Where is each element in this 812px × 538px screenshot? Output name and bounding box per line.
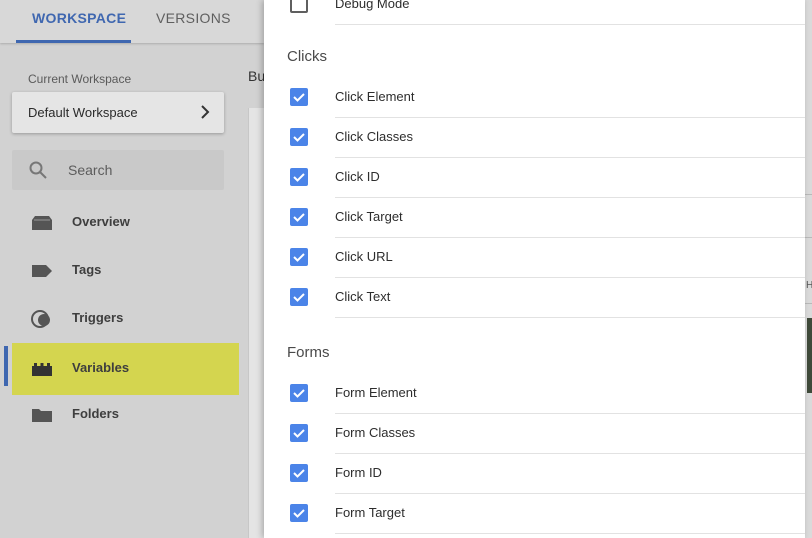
variable-label: Form Element	[335, 385, 417, 400]
overview-icon	[32, 216, 52, 230]
list-item[interactable]: Click Target	[264, 198, 805, 238]
variable-label: Click URL	[335, 249, 393, 264]
folder-icon	[32, 409, 52, 422]
checkbox-checked[interactable]	[290, 424, 308, 442]
checkbox-checked[interactable]	[290, 168, 308, 186]
list-item[interactable]: Click Text	[264, 278, 805, 318]
list-item[interactable]: Click Element	[264, 78, 805, 118]
checkbox-checked[interactable]	[290, 384, 308, 402]
sidebar-item-triggers[interactable]: Triggers	[12, 293, 239, 345]
list-item[interactable]: Form Classes	[264, 414, 805, 454]
sidebar-item-folders[interactable]: Folders	[12, 389, 239, 441]
search-placeholder: Search	[68, 162, 113, 178]
divider	[805, 194, 812, 195]
divider	[335, 24, 805, 25]
current-workspace-label: Current Workspace	[28, 72, 132, 86]
variable-label: Form ID	[335, 465, 382, 480]
chevron-right-icon	[201, 105, 210, 119]
checkbox-checked[interactable]	[290, 248, 308, 266]
section-title-clicks: Clicks	[287, 48, 327, 65]
checkbox-checked[interactable]	[290, 464, 308, 482]
list-item[interactable]: Form Target	[264, 494, 805, 534]
sidebar-item-label: Folders	[72, 406, 119, 421]
workspace-name: Default Workspace	[28, 105, 138, 120]
variable-label: Click Element	[335, 89, 415, 104]
sidebar-item-label: Triggers	[72, 310, 124, 325]
workspace-selector[interactable]: Default Workspace	[12, 92, 224, 133]
divider	[335, 317, 805, 318]
variable-label: Click ID	[335, 169, 380, 184]
triggers-icon	[31, 310, 50, 328]
divider	[335, 533, 805, 534]
background-page-text: Bu	[248, 68, 266, 84]
container-sidebar: WORKSPACE VERSIONS Current Workspace Def…	[0, 0, 269, 538]
variable-label: Click Target	[335, 209, 403, 224]
sidebar-item-label: Overview	[72, 214, 130, 229]
active-tab-indicator	[16, 40, 131, 43]
variable-label: Form Classes	[335, 425, 416, 440]
top-tab-bar: WORKSPACE VERSIONS	[0, 0, 264, 43]
list-item[interactable]: Click ID	[264, 158, 805, 198]
right-edge-content: H	[805, 0, 812, 538]
sidebar-item-label: Tags	[72, 262, 102, 277]
tab-workspace[interactable]: WORKSPACE	[32, 10, 126, 26]
checkbox-checked[interactable]	[290, 128, 308, 146]
search-icon	[29, 161, 47, 179]
built-in-variables-panel: Debug Mode Clicks Click Element Click Cl…	[264, 0, 805, 538]
variable-label: Click Text	[335, 289, 391, 304]
active-item-indicator	[4, 346, 8, 386]
search-input[interactable]: Search	[12, 150, 224, 190]
section-title-forms: Forms	[287, 344, 330, 361]
sidebar-item-variables[interactable]: Variables	[12, 343, 239, 395]
list-item[interactable]: Form ID	[264, 454, 805, 494]
list-item[interactable]: Click Classes	[264, 118, 805, 158]
checkbox-checked[interactable]	[290, 504, 308, 522]
checkbox-checked[interactable]	[290, 208, 308, 226]
divider	[805, 237, 812, 238]
sidebar-item-tags[interactable]: Tags	[12, 245, 239, 297]
checkbox-unchecked[interactable]	[290, 0, 308, 13]
tab-versions[interactable]: VERSIONS	[156, 10, 231, 26]
right-edge-text: H	[806, 280, 812, 291]
list-item[interactable]: Form Element	[264, 374, 805, 414]
divider	[805, 303, 812, 304]
thumbnail-image	[807, 318, 812, 393]
checkbox-checked[interactable]	[290, 88, 308, 106]
list-item[interactable]: Click URL	[264, 238, 805, 278]
list-item[interactable]: Debug Mode	[264, 0, 805, 25]
checkbox-checked[interactable]	[290, 288, 308, 306]
variables-icon	[32, 363, 52, 376]
sidebar-item-overview[interactable]: Overview	[12, 197, 239, 249]
variable-label: Click Classes	[335, 129, 414, 144]
variable-label: Form Target	[335, 505, 405, 520]
variable-label: Debug Mode	[335, 0, 410, 11]
sidebar-item-label: Variables	[72, 360, 130, 375]
tag-icon	[32, 265, 52, 277]
